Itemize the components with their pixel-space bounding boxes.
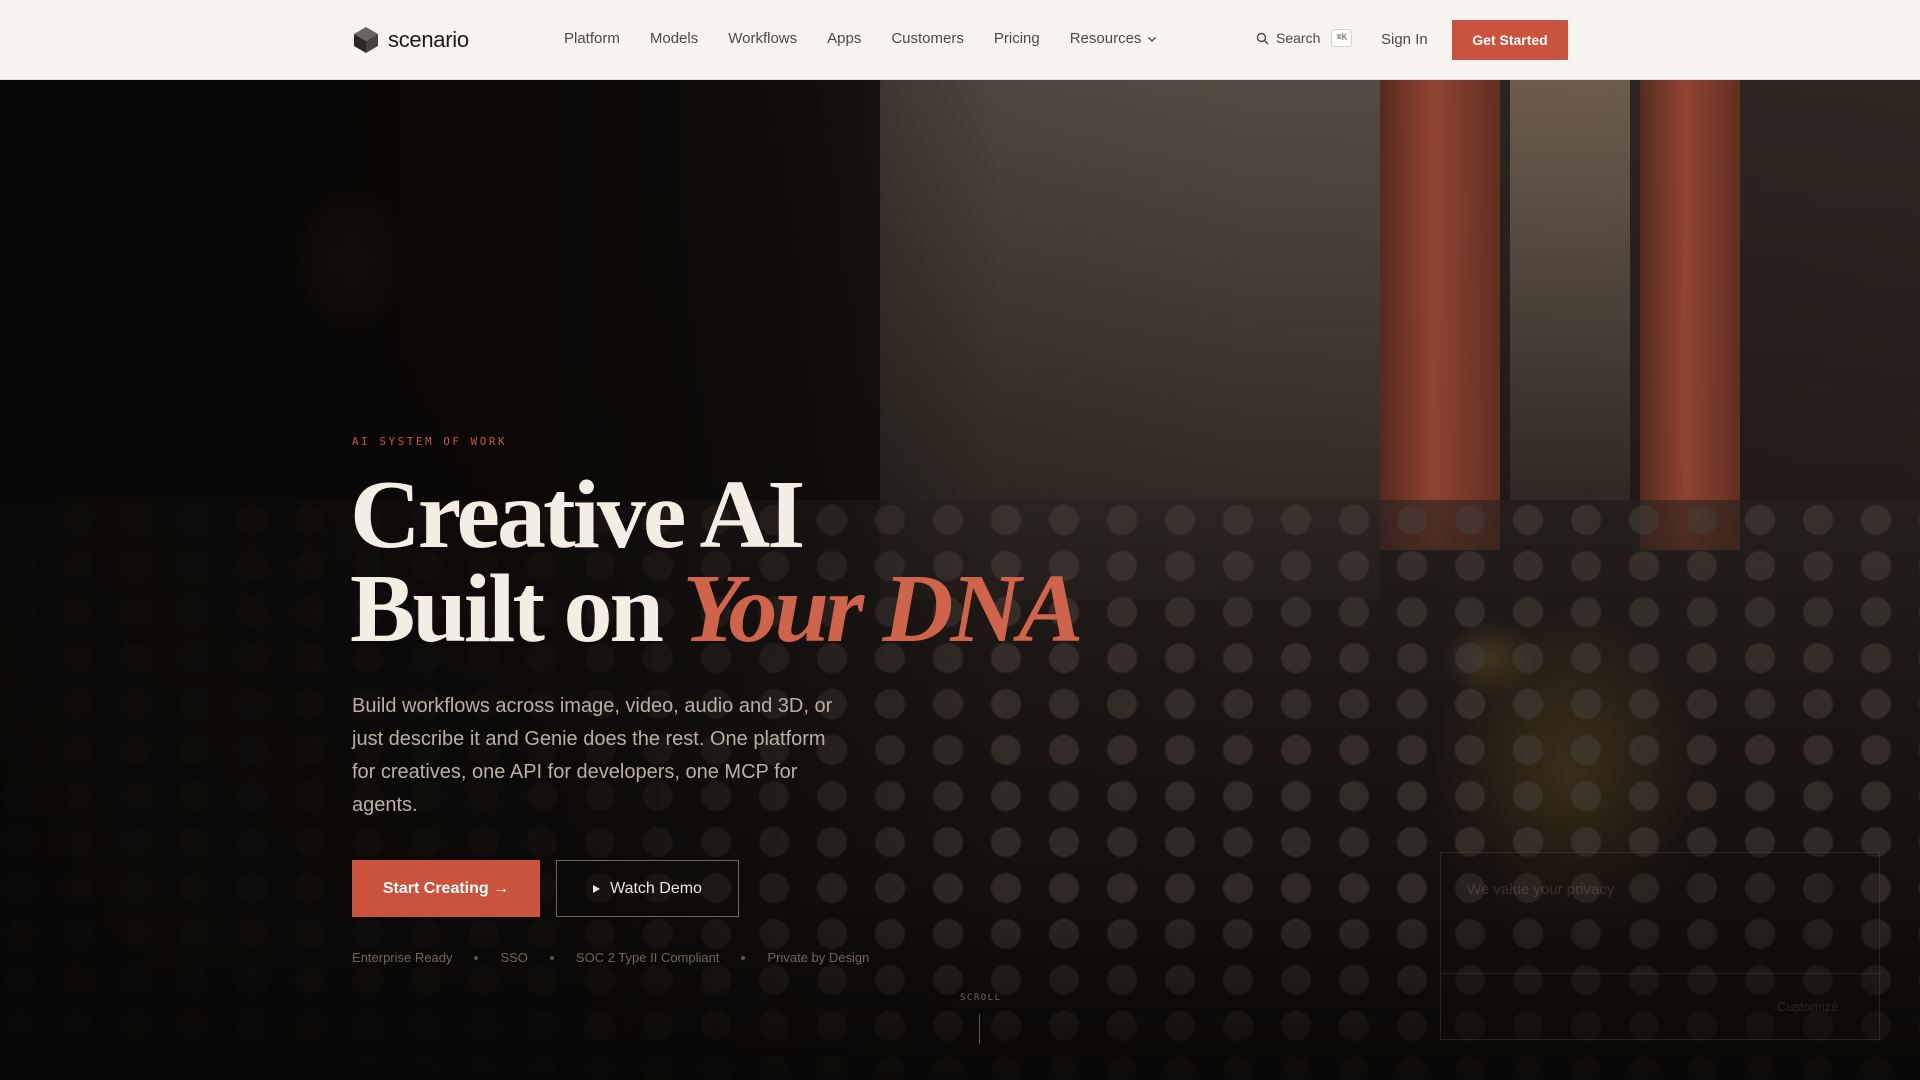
background-pillar [1380, 80, 1500, 550]
badge-soc2: SOC 2 Type II Compliant [575, 950, 720, 965]
chevron-down-icon [1148, 36, 1157, 42]
watch-demo-label: Watch Demo [610, 879, 702, 897]
nav-link-customers[interactable]: Customers [891, 30, 964, 47]
separator-dot [549, 955, 554, 960]
headline-accent: Your DNA [682, 555, 1083, 663]
separator-dot [474, 955, 479, 960]
cookie-card-divider [1441, 973, 1881, 974]
headline-line-1: Creative AI [350, 461, 805, 569]
search-icon [1256, 32, 1269, 44]
background-panel [1510, 80, 1630, 500]
hero-subtext: Build workflows across image, video, aud… [352, 695, 833, 816]
trust-badges: Enterprise Ready SSO SOC 2 Type II Compl… [352, 950, 869, 965]
cookie-card: We value your privacy Customize [1440, 852, 1881, 1040]
separator-dot [741, 955, 746, 960]
badge-enterprise: Enterprise Ready [352, 950, 453, 965]
nav-link-workflows[interactable]: Workflows [728, 30, 797, 47]
nav-links: Platform Models Workflows Apps Customers… [564, 30, 1157, 47]
headline-line-2: Built on [350, 555, 683, 663]
nav-link-platform[interactable]: Platform [564, 30, 620, 47]
search-label: Search [1276, 30, 1321, 46]
play-icon [593, 884, 601, 893]
sign-in-link[interactable]: Sign In [1381, 31, 1428, 48]
background-pillar [1640, 80, 1740, 550]
nav-link-pricing[interactable]: Pricing [994, 30, 1040, 47]
search-shortcut: ⌘K [1331, 29, 1353, 47]
nav-link-resources-label: Resources [1069, 30, 1142, 47]
logo-text: scenario [388, 27, 469, 52]
logo[interactable]: scenario [352, 25, 469, 55]
watch-demo-button[interactable]: Watch Demo [556, 860, 739, 917]
hero-eyebrow: AI SYSTEM OF WORK [352, 435, 508, 448]
start-creating-button[interactable]: Start Creating → [352, 860, 540, 917]
scenario-logo-icon [354, 27, 378, 53]
search-button[interactable]: Search ⌘K [1256, 29, 1353, 47]
badge-privacy: Private by Design [767, 950, 870, 965]
get-started-button[interactable]: Get Started [1452, 20, 1568, 60]
top-navbar: scenario Platform Models Workflows Apps … [0, 0, 1920, 80]
nav-link-apps[interactable]: Apps [827, 30, 861, 47]
customize-link[interactable]: Customize [1777, 999, 1838, 1014]
badge-sso: SSO [500, 950, 528, 965]
hero-headline: Creative AI Built on Your DNA [350, 466, 1084, 658]
scroll-indicator: SCROLL [960, 993, 1002, 1003]
nav-link-resources[interactable]: Resources [1070, 30, 1158, 47]
scroll-line [979, 1014, 980, 1044]
nav-link-models[interactable]: Models [650, 30, 698, 47]
cookie-card-title: We value your privacy [1467, 881, 1615, 898]
